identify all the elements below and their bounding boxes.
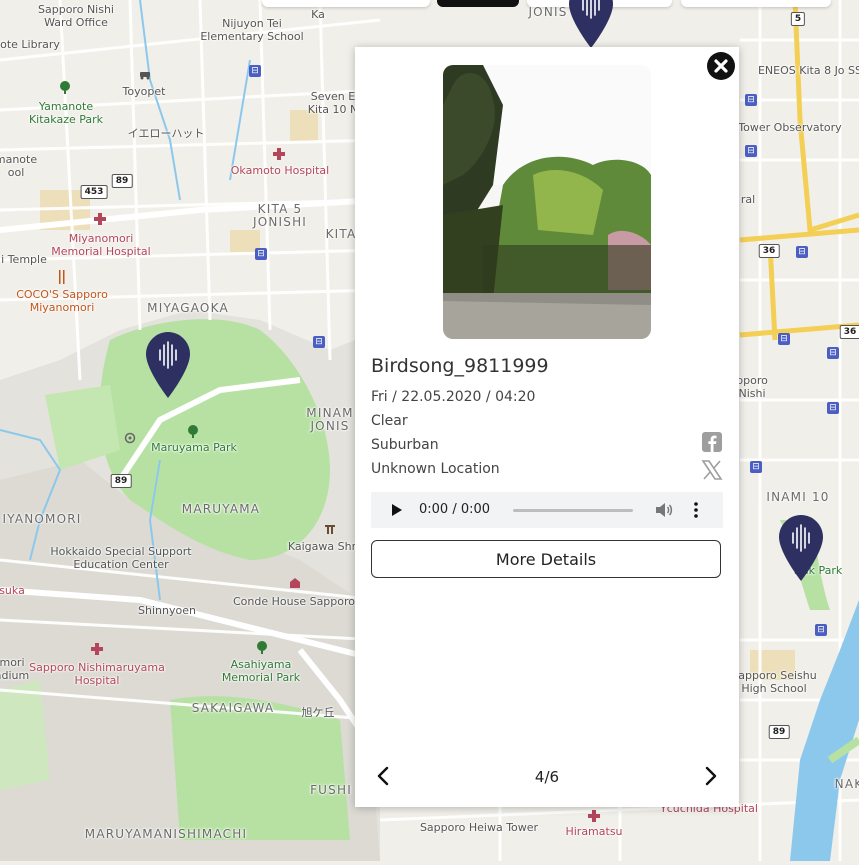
map-label: 旭ケ丘 [301,706,335,719]
road-shield: 5 [790,12,806,26]
map-label: Hiramatsu [565,825,623,838]
recording-weather: Clear [371,413,408,429]
recording-location: Unknown Location [371,461,500,477]
recording-photo [443,65,651,339]
map-label: イエローハット [127,127,205,140]
map-label: suka [0,584,25,597]
shop-icon [290,578,300,588]
station-icon: ⊟ [778,333,790,345]
map-label: Nijuyon Tei Elementary School [200,17,304,43]
map-top-control-right[interactable] [681,0,831,7]
map-label: IYANOMORI [2,512,82,526]
map-top-control-dark[interactable] [437,0,519,7]
map-label: ENEOS Kita 8 Jo SS [757,64,859,77]
map-label: pporo Nishi [736,374,768,400]
birdsong-marker[interactable] [569,0,613,48]
hospital-icon [91,643,103,655]
map-label: NAK [834,777,859,791]
hospital-icon [588,810,600,822]
birdsong-marker[interactable] [146,332,190,398]
map-label: Toyopet [122,85,166,98]
audio-time: 0:00 / 0:00 [419,502,491,517]
play-icon[interactable] [391,503,403,517]
map-label: SAKAIGAWA [191,701,275,715]
map-label: Okamoto Hospital [230,164,330,177]
station-icon: ⊟ [249,65,261,77]
x-share-icon[interactable] [701,459,723,481]
map-label: Hokkaido Special Support Education Center [50,545,192,571]
audio-progress[interactable] [513,509,633,512]
map-label: MARUYAMA [181,502,261,516]
map-label: INAMI 10 [766,490,830,504]
car-icon [140,72,150,80]
recording-title: Birdsong_9811999 [371,355,549,377]
map-label: manote ool [0,153,38,179]
map-label: MARUYAMANISHIMACHI [84,827,248,841]
station-icon: ⊟ [313,336,325,348]
close-icon [714,59,728,73]
road-shield: 89 [110,474,132,488]
map-label: ote Library [0,38,60,51]
pagination: 4/6 [355,768,739,786]
station-icon: ⊟ [827,347,839,359]
close-button[interactable] [707,52,735,80]
map-label: Tower Observatory [738,121,842,134]
hospital-icon [94,213,106,225]
recording-datetime: Fri / 22.05.2020 / 04:20 [371,389,536,405]
map-label: JONIS [528,5,568,19]
map-label: moriadium [0,656,30,682]
recording-habitat: Suburban [371,437,439,453]
map-label: Sapporo Heiwa Tower [419,821,539,834]
birdsong-marker[interactable] [779,515,823,581]
next-arrow-icon[interactable] [701,765,721,787]
road-shield: 89 [768,725,790,739]
map-label: Seven E Kita 10 N [307,90,359,116]
station-icon: ⊟ [815,624,827,636]
map-top-control-left[interactable] [262,0,430,7]
station-icon: ⊟ [745,94,757,106]
map-label: MIYAGAOKA [147,301,229,315]
station-icon: ⊟ [827,402,839,414]
map-label: Yamanote Kitakaze Park [28,100,104,126]
map-label: KITA [325,227,357,241]
map-label: COCO'S Sapporo Miyanomori [16,288,108,314]
tree-icon [257,641,267,654]
map-label: MINAM JONIS [306,406,354,433]
map-label: Sapporo Seishu High School [731,669,817,695]
station-icon: ⊟ [750,461,762,473]
restaurant-icon [59,270,65,284]
tree-icon [60,81,70,94]
map-label: Sapporo Nishimaruyama Hospital [29,661,165,687]
map-label: i Temple [1,253,47,266]
facebook-share-icon[interactable] [701,431,723,453]
hospital-icon [273,148,285,160]
page-total: 6 [549,768,560,786]
map-label: Shinnyoen [138,604,196,617]
map-label: Miyanomori Memorial Hospital [51,232,151,258]
road-shield: 36 [758,244,780,258]
map-label: Ka [311,8,325,21]
map-label: Maruyama Park [151,441,237,454]
road-shield: 89 [111,174,133,188]
station-icon: ⊟ [255,248,267,260]
more-details-button[interactable]: More Details [371,540,721,578]
station-icon: ⊟ [745,145,757,157]
map-label: Asahiyama Memorial Park [221,658,301,684]
map-label: ral [740,193,756,206]
more-options-icon[interactable] [693,501,699,519]
map-label: FUSHI [310,783,352,797]
map-label: Conde House Sapporo [232,595,356,608]
map-label: KITA 5 JONISHI [252,202,308,229]
tree-icon [188,425,198,438]
place-icon [124,432,136,444]
audio-player: 0:00 / 0:00 [371,492,723,528]
map-label: Kaigawa Shr [287,540,357,553]
road-shield: 453 [80,185,108,199]
volume-icon[interactable] [655,502,673,518]
map-label: Sapporo Nishi Ward Office [38,3,114,29]
road-shield: 36 [839,325,859,339]
recording-popup: Birdsong_9811999 Fri / 22.05.2020 / 04:2… [355,47,739,807]
shrine-icon [325,525,335,534]
station-icon: ⊟ [796,246,808,258]
